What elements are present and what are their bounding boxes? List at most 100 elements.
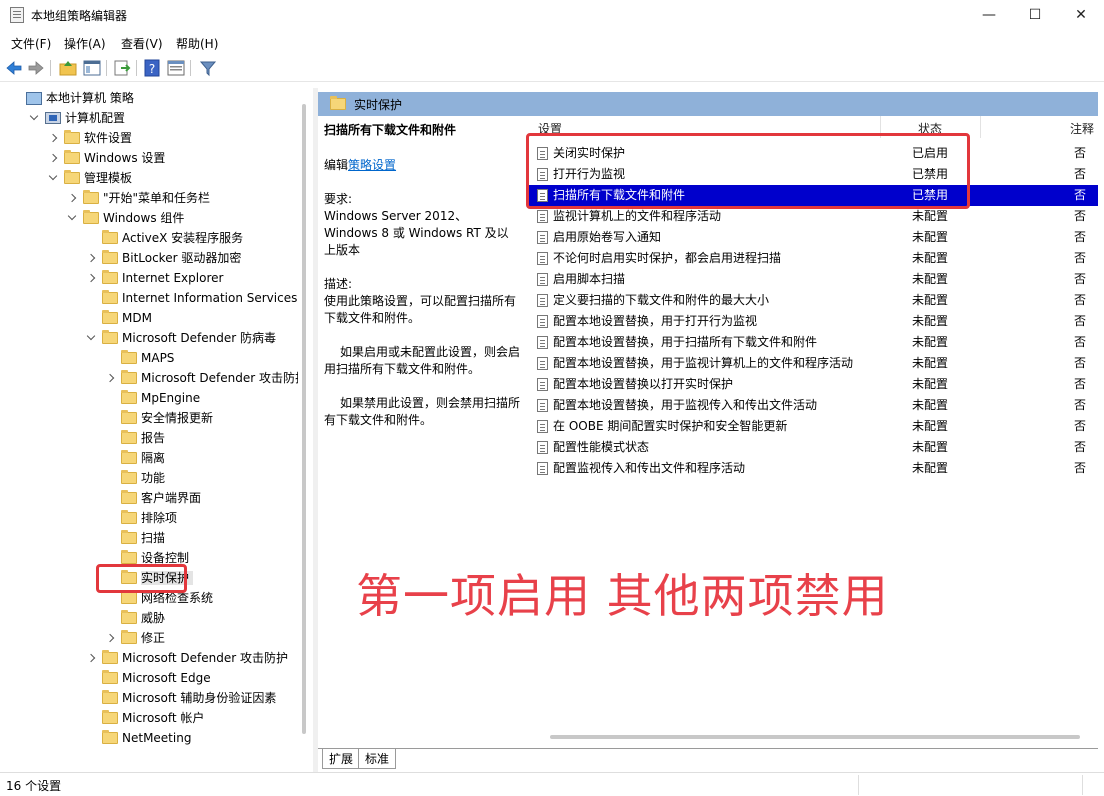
menu-help[interactable]: 帮助(H) (176, 35, 218, 52)
filter-icon[interactable] (198, 58, 218, 78)
tree-item[interactable]: Internet Information Services (86, 288, 297, 308)
back-icon[interactable] (4, 58, 24, 78)
tree-item[interactable]: 安全情报更新 (105, 408, 213, 428)
tree-scroll-thumb[interactable] (302, 104, 306, 734)
policy-setting-icon (537, 336, 548, 349)
chevron-right-icon[interactable] (48, 148, 60, 168)
tree-item[interactable]: Internet Explorer (86, 268, 223, 288)
menu-action[interactable]: 操作(A) (64, 35, 106, 52)
tree-item[interactable]: 本地计算机 策略 (10, 88, 134, 108)
show-tree-icon[interactable] (82, 58, 102, 78)
maximize-button[interactable]: ☐ (1012, 0, 1058, 30)
list-cell-state: 未配置 (912, 440, 949, 454)
tree-item-label: Microsoft Defender 防病毒 (122, 331, 277, 345)
close-button[interactable]: ✕ (1058, 0, 1104, 30)
chevron-right-icon[interactable] (67, 188, 79, 208)
list-row[interactable]: 启用原始卷写入通知 未配置 否 (528, 227, 1098, 248)
tree-item[interactable]: Microsoft Defender 防病毒 (86, 328, 276, 348)
tree-item[interactable]: 隔离 (105, 448, 165, 468)
column-header-note[interactable]: 注释 (1070, 120, 1094, 140)
tree-highlight-box (96, 564, 187, 593)
chevron-right-icon[interactable] (86, 648, 98, 668)
tree-item[interactable]: Microsoft 帐户 (86, 708, 204, 728)
tree-item[interactable]: NetMeeting (86, 728, 191, 748)
list-row[interactable]: 不论何时启用实时保护，都会启用进程扫描 未配置 否 (528, 248, 1098, 269)
list-row[interactable]: 配置监视传入和传出文件和程序活动 未配置 否 (528, 458, 1098, 479)
tree-item[interactable]: 计算机配置 (29, 108, 125, 128)
tree-item-label: 修正 (141, 631, 166, 645)
list-scroll-thumb[interactable] (550, 735, 1080, 739)
pane-header-title: 实时保护 (354, 98, 403, 112)
list-row[interactable]: 配置性能模式状态 未配置 否 (528, 437, 1098, 458)
list-horizontal-scrollbar[interactable] (536, 730, 1096, 744)
chevron-right-icon[interactable] (48, 128, 60, 148)
chevron-right-icon[interactable] (86, 248, 98, 268)
list-row[interactable]: 定义要扫描的下载文件和附件的最大大小 未配置 否 (528, 290, 1098, 311)
tree-item[interactable]: "开始"菜单和任务栏 (67, 188, 210, 208)
folder-icon (102, 670, 118, 684)
tree-item[interactable]: 软件设置 (48, 128, 132, 148)
column-separator[interactable] (980, 116, 981, 138)
tree-item[interactable]: Microsoft Edge (86, 668, 211, 688)
minimize-button[interactable]: — (966, 0, 1012, 30)
list-row[interactable]: 配置本地设置替换，用于监视计算机上的文件和程序活动 未配置 否 (528, 353, 1098, 374)
tab-standard[interactable]: 标准 (358, 749, 397, 769)
tree-item[interactable]: Windows 设置 (48, 148, 165, 168)
menu-view[interactable]: 查看(V) (121, 35, 163, 52)
folder-icon (64, 150, 80, 164)
chevron-down-icon[interactable] (29, 108, 41, 128)
list-row[interactable]: 启用脚本扫描 未配置 否 (528, 269, 1098, 290)
folder-icon (121, 490, 137, 504)
chevron-down-icon[interactable] (48, 168, 60, 188)
properties-icon[interactable] (166, 58, 186, 78)
list-row[interactable]: 配置本地设置替换，用于打开行为监视 未配置 否 (528, 311, 1098, 332)
tree-item[interactable]: MAPS (105, 348, 174, 368)
tree-scrollbar[interactable] (298, 88, 312, 750)
tree-item[interactable]: ActiveX 安装程序服务 (86, 228, 243, 248)
tree-item[interactable]: 修正 (105, 628, 165, 648)
edit-policy-link[interactable]: 策略设置 (348, 158, 396, 172)
chevron-right-icon[interactable] (86, 268, 98, 288)
tree-item[interactable]: MDM (86, 308, 152, 328)
forward-icon[interactable] (26, 58, 46, 78)
tree-item[interactable]: 威胁 (105, 608, 165, 628)
tree-item-label: 计算机配置 (65, 111, 126, 125)
tree-item[interactable]: Microsoft Defender 攻击防护 (105, 368, 298, 388)
export-list-icon[interactable] (112, 58, 132, 78)
chevron-down-icon[interactable] (86, 328, 98, 348)
tree-item[interactable]: 扫描 (105, 528, 165, 548)
folder-icon (121, 370, 137, 384)
tree-item[interactable]: Microsoft 辅助身份验证因素 (86, 688, 276, 708)
menu-bar: 文件(F) 操作(A) 查看(V) 帮助(H) (0, 30, 1104, 54)
chevron-right-icon[interactable] (105, 628, 117, 648)
tree-item[interactable]: BitLocker 驱动器加密 (86, 248, 241, 268)
list-row[interactable]: 在 OOBE 期间配置实时保护和安全智能更新 未配置 否 (528, 416, 1098, 437)
tree-item-label: Microsoft 帐户 (122, 711, 205, 725)
help-icon[interactable]: ? (142, 58, 162, 78)
navigation-tree: 本地计算机 策略计算机配置软件设置 Windows 设置管理模板 "开始"菜单和任务… (4, 88, 298, 750)
tree-item[interactable]: 报告 (105, 428, 165, 448)
tree-item[interactable]: MpEngine (105, 388, 200, 408)
tree-item[interactable]: 排除项 (105, 508, 177, 528)
list-row[interactable]: 配置本地设置替换，用于扫描所有下载文件和附件 未配置 否 (528, 332, 1098, 353)
tree-item[interactable]: 客户端界面 (105, 488, 201, 508)
tree-item[interactable]: 管理模板 (48, 168, 132, 188)
tree-item[interactable]: Windows 组件 (67, 208, 184, 228)
chevron-right-icon[interactable] (105, 368, 117, 388)
tree-item[interactable]: Microsoft Defender 攻击防护 (86, 648, 288, 668)
list-row[interactable]: 配置本地设置替换，用于监视传入和传出文件活动 未配置 否 (528, 395, 1098, 416)
window-title: 本地组策略编辑器 (31, 9, 128, 23)
list-cell-name: 配置本地设置替换，用于监视计算机上的文件和程序活动 (553, 356, 854, 370)
tree-item[interactable]: 功能 (105, 468, 165, 488)
tab-extended[interactable]: 扩展 (322, 749, 361, 769)
list-row[interactable]: 配置本地设置替换以打开实时保护 未配置 否 (528, 374, 1098, 395)
tree-item-label: Windows 设置 (84, 151, 166, 165)
list-row[interactable]: 监视计算机上的文件和程序活动 未配置 否 (528, 206, 1098, 227)
up-folder-icon[interactable] (58, 58, 78, 78)
chevron-down-icon[interactable] (67, 208, 79, 228)
menu-file[interactable]: 文件(F) (11, 35, 51, 52)
view-tabs: 扩展 标准 (318, 748, 1098, 770)
